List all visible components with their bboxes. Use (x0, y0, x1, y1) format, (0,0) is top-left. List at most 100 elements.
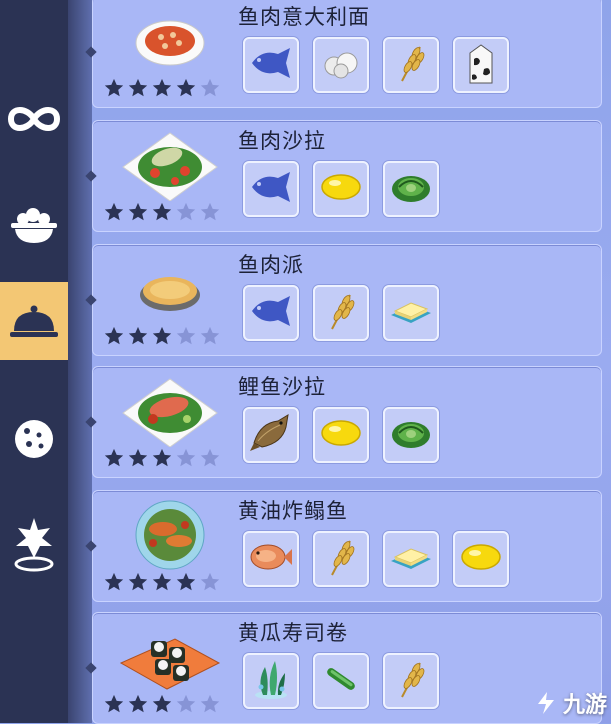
star-empty-icon (175, 201, 197, 227)
ingredient-list (243, 531, 509, 587)
category-all[interactable] (0, 80, 68, 158)
star-filled-icon (103, 571, 125, 597)
ingredient-slot[interactable] (313, 653, 369, 709)
star-rating (103, 571, 221, 597)
star-empty-icon (199, 77, 221, 103)
ingredient-slot[interactable] (453, 37, 509, 93)
watermark-text: 九游 (562, 693, 607, 718)
recipe-card[interactable]: 鲤鱼沙拉 (85, 366, 602, 478)
wheat-icon (396, 659, 426, 703)
lettuce-icon (389, 169, 433, 209)
ingredient-slot[interactable] (383, 653, 439, 709)
sidebar-divider (68, 0, 92, 723)
fish-icon (248, 46, 294, 84)
ingredient-slot[interactable] (383, 37, 439, 93)
salad-bowl-icon (11, 208, 57, 243)
wheat-icon (396, 43, 426, 87)
star-filled-icon (103, 201, 125, 227)
ingredient-slot[interactable] (313, 161, 369, 217)
ingredient-list (243, 285, 439, 341)
recipe-card[interactable]: 黄瓜寿司卷 (85, 612, 602, 724)
ingredient-slot[interactable] (243, 37, 299, 93)
lemon-icon (459, 541, 503, 577)
infinity-icon (7, 107, 61, 131)
recipe-name: 鱼肉派 (238, 253, 304, 277)
ingredient-slot[interactable] (313, 285, 369, 341)
ingredient-slot[interactable] (453, 531, 509, 587)
dish-image (115, 497, 225, 571)
star-empty-icon (199, 325, 221, 351)
star-filled-icon (127, 447, 149, 473)
star-filled-icon (151, 571, 173, 597)
fish-icon (248, 170, 294, 208)
dish-image (115, 127, 225, 202)
ingredient-list (243, 407, 439, 463)
dish-image (115, 3, 225, 77)
star-rating (103, 77, 221, 103)
wheat-icon (326, 537, 356, 581)
star-empty-icon (199, 201, 221, 227)
category-main-dishes[interactable] (0, 282, 68, 360)
star-filled-icon (151, 447, 173, 473)
cucumber-icon (321, 661, 361, 701)
ingredient-slot[interactable] (313, 37, 369, 93)
category-special[interactable] (0, 505, 68, 583)
star-empty-icon (199, 571, 221, 597)
star-rating (103, 325, 221, 351)
ingredient-slot[interactable] (383, 531, 439, 587)
star-filled-icon (103, 693, 125, 719)
recipe-name: 鱼肉沙拉 (238, 129, 326, 153)
recipe-name: 鲤鱼沙拉 (238, 375, 326, 399)
star-filled-icon (127, 77, 149, 103)
ingredient-slot[interactable] (383, 161, 439, 217)
lettuce-icon (389, 415, 433, 455)
star-filled-icon (151, 201, 173, 227)
star-empty-icon (199, 693, 221, 719)
dish-image (115, 619, 225, 693)
category-desserts[interactable] (0, 400, 68, 478)
category-salads[interactable] (0, 186, 68, 264)
ingredient-slot[interactable] (243, 407, 299, 463)
garlic-icon (321, 47, 361, 83)
recipe-card[interactable]: 鱼肉派 (85, 244, 602, 356)
recipe-card[interactable]: 黄油炸鳎鱼 (85, 490, 602, 602)
ingredient-list (243, 161, 439, 217)
dish-image (115, 251, 225, 325)
star-empty-icon (175, 693, 197, 719)
seaweed-icon (251, 657, 291, 705)
category-sidebar (0, 0, 68, 723)
star-rating (103, 447, 221, 473)
star-rating (103, 201, 221, 227)
ingredient-slot[interactable] (313, 531, 369, 587)
star-empty-icon (175, 325, 197, 351)
cloche-icon (10, 305, 58, 337)
watermark-logo-icon (537, 692, 554, 714)
star-pin-icon (14, 518, 54, 572)
recipe-card[interactable]: 鱼肉沙拉 (85, 120, 602, 232)
fish-icon (248, 294, 294, 332)
lemon-icon (319, 171, 363, 207)
lemon-icon (319, 417, 363, 453)
recipe-name: 黄瓜寿司卷 (238, 621, 348, 645)
ingredient-slot[interactable] (243, 653, 299, 709)
butter-icon (388, 539, 434, 579)
star-filled-icon (151, 77, 173, 103)
recipe-name: 黄油炸鳎鱼 (238, 499, 348, 523)
sole-icon (248, 539, 294, 579)
ingredient-slot[interactable] (383, 285, 439, 341)
star-filled-icon (175, 571, 197, 597)
star-filled-icon (103, 447, 125, 473)
star-filled-icon (127, 201, 149, 227)
ingredient-slot[interactable] (243, 285, 299, 341)
ingredient-slot[interactable] (243, 161, 299, 217)
star-filled-icon (151, 325, 173, 351)
recipe-card[interactable]: 鱼肉意大利面 (85, 0, 602, 108)
ingredient-slot[interactable] (383, 407, 439, 463)
ingredient-slot[interactable] (243, 531, 299, 587)
ingredient-slot[interactable] (313, 407, 369, 463)
star-filled-icon (127, 693, 149, 719)
milk-carton-icon (464, 41, 498, 89)
star-filled-icon (151, 693, 173, 719)
carp-icon (248, 413, 294, 457)
star-empty-icon (175, 447, 197, 473)
